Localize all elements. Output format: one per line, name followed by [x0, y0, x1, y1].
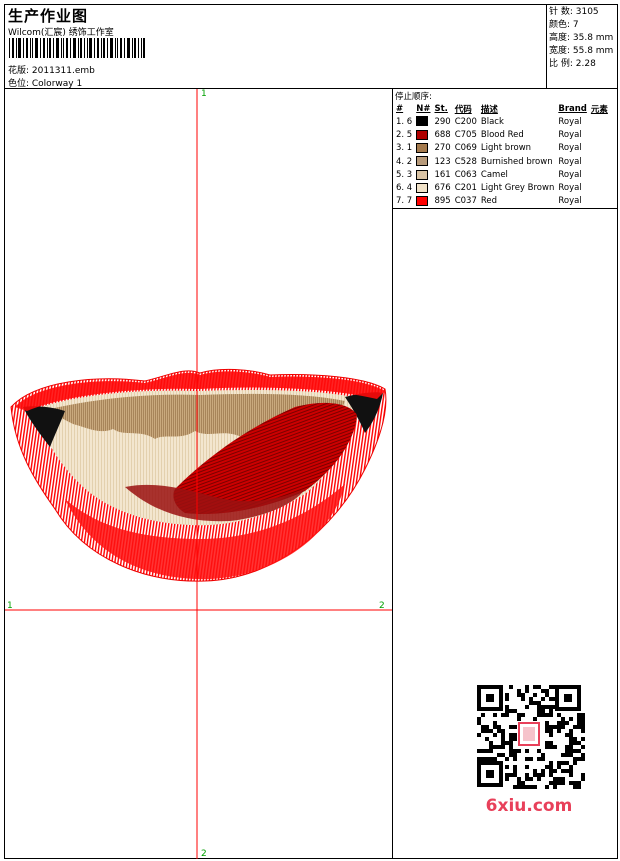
stitch-count: 针 数: 3105: [549, 7, 599, 17]
color-row: 3. 1 270 C069 Light brown Royal: [394, 142, 610, 155]
color-count: 颜色: 7: [549, 20, 579, 30]
col-description: 描述: [480, 104, 498, 115]
color-code: C705: [454, 129, 477, 140]
qr-code: 6xiu.com: [471, 681, 587, 817]
color-row: 1. 6 290 C200 Black Royal: [394, 115, 610, 128]
color-row: 7. 7 895 C037 Red Royal: [394, 195, 610, 208]
color-stitches: 123: [434, 156, 451, 167]
color-seq: 3. 1: [396, 143, 413, 154]
color-seq: 7. 7: [396, 196, 413, 207]
axis-label-top: 1: [201, 89, 207, 99]
axis-label-bottom: 2: [201, 849, 207, 859]
color-swatch: [414, 168, 432, 181]
design-canvas: 1 2 1 2: [5, 89, 393, 859]
color-code: C037: [454, 196, 477, 207]
color-row: 2. 5 688 C705 Blood Red Royal: [394, 128, 610, 141]
color-stitches: 270: [434, 143, 451, 154]
design-scale: 比 例: 2.28: [549, 59, 596, 69]
color-code: C201: [454, 183, 477, 194]
color-brand: Royal: [558, 183, 582, 194]
color-stitches: 676: [434, 183, 451, 194]
color-element: [589, 181, 610, 194]
color-description: Red: [480, 196, 498, 207]
color-element: [589, 168, 610, 181]
color-brand: Royal: [558, 143, 582, 154]
embroidery-preview: [5, 89, 392, 859]
color-table: # N# St. 代码 描述 Brand 元素 1. 6 290 C200 Black…: [394, 102, 610, 208]
thread-swatch: [416, 116, 429, 127]
production-sheet: 生产作业图 Wilcom(汇宸) 绣饰工作室 花版: 2011311.emb 色…: [4, 4, 618, 859]
col-element: 元素: [590, 104, 608, 115]
color-swatch: [414, 128, 432, 141]
stop-sequence-panel: 停止顺序: # N# St. 代码 描述 Brand 元素 1. 6 290 C20…: [393, 89, 617, 209]
color-description: Burnished brown: [480, 156, 553, 167]
thread-swatch: [416, 156, 429, 167]
color-description: Light brown: [480, 143, 532, 154]
color-description: Light Grey Brown: [480, 183, 555, 194]
color-row: 6. 4 676 C201 Light Grey Brown Royal: [394, 181, 610, 194]
color-stitches: 161: [434, 169, 451, 180]
col-stitches: St.: [434, 103, 448, 114]
color-element: [589, 115, 610, 128]
thread-swatch: [416, 196, 429, 207]
color-description: Camel: [480, 169, 508, 180]
col-seq: #: [396, 103, 404, 114]
color-description: Black: [480, 116, 504, 127]
color-row: 4. 2 123 C528 Burnished brown Royal: [394, 155, 610, 168]
color-code: C069: [454, 143, 477, 154]
color-stitches: 895: [434, 196, 451, 207]
col-brand: Brand: [558, 103, 587, 114]
color-element: [589, 128, 610, 141]
color-brand: Royal: [558, 196, 582, 207]
color-swatch: [414, 181, 432, 194]
header-info: 生产作业图 Wilcom(汇宸) 绣饰工作室 花版: 2011311.emb 色…: [5, 5, 547, 89]
color-swatch: [414, 115, 432, 128]
color-element: [589, 142, 610, 155]
color-seq: 6. 4: [396, 183, 413, 194]
color-brand: Royal: [558, 116, 582, 127]
color-seq: 2. 5: [396, 129, 413, 140]
barcode: [9, 38, 145, 58]
axis-label-right: 2: [379, 601, 385, 611]
thread-swatch: [416, 169, 429, 180]
color-code: C063: [454, 169, 477, 180]
stats-panel: 针 数: 3105 颜色: 7 高度: 35.8 mm 宽度: 55.8 mm …: [547, 5, 617, 89]
design-file: 花版: 2011311.emb: [8, 66, 95, 76]
color-stitches: 290: [434, 116, 451, 127]
color-table-header: # N# St. 代码 描述 Brand 元素: [394, 102, 610, 115]
color-description: Blood Red: [480, 129, 524, 140]
design-width: 宽度: 55.8 mm: [549, 46, 614, 56]
color-brand: Royal: [558, 156, 582, 167]
design-height: 高度: 35.8 mm: [549, 33, 614, 43]
thread-swatch: [416, 182, 429, 193]
axis-label-left: 1: [7, 601, 13, 611]
color-brand: Royal: [558, 129, 582, 140]
color-code: C200: [454, 116, 477, 127]
color-seq: 4. 2: [396, 156, 413, 167]
stop-sequence-title: 停止顺序:: [395, 92, 432, 102]
color-seq: 1. 6: [396, 116, 413, 127]
colorway-label: 色位: Colorway 1: [8, 79, 83, 89]
col-code: 代码: [454, 104, 472, 115]
color-stitches: 688: [434, 129, 451, 140]
page-title: 生产作业图: [8, 7, 89, 25]
color-swatch: [414, 155, 432, 168]
thread-swatch: [416, 142, 429, 153]
watermark-text: 6xiu.com: [486, 796, 573, 816]
col-number: N#: [416, 103, 431, 114]
color-code: C528: [454, 156, 477, 167]
color-swatch: [414, 142, 432, 155]
color-element: [589, 155, 610, 168]
thread-swatch: [416, 129, 429, 140]
color-seq: 5. 3: [396, 169, 413, 180]
color-row: 5. 3 161 C063 Camel Royal: [394, 168, 610, 181]
color-brand: Royal: [558, 169, 582, 180]
studio-name: Wilcom(汇宸) 绣饰工作室: [8, 28, 114, 38]
color-swatch: [414, 195, 432, 208]
color-element: [589, 195, 610, 208]
